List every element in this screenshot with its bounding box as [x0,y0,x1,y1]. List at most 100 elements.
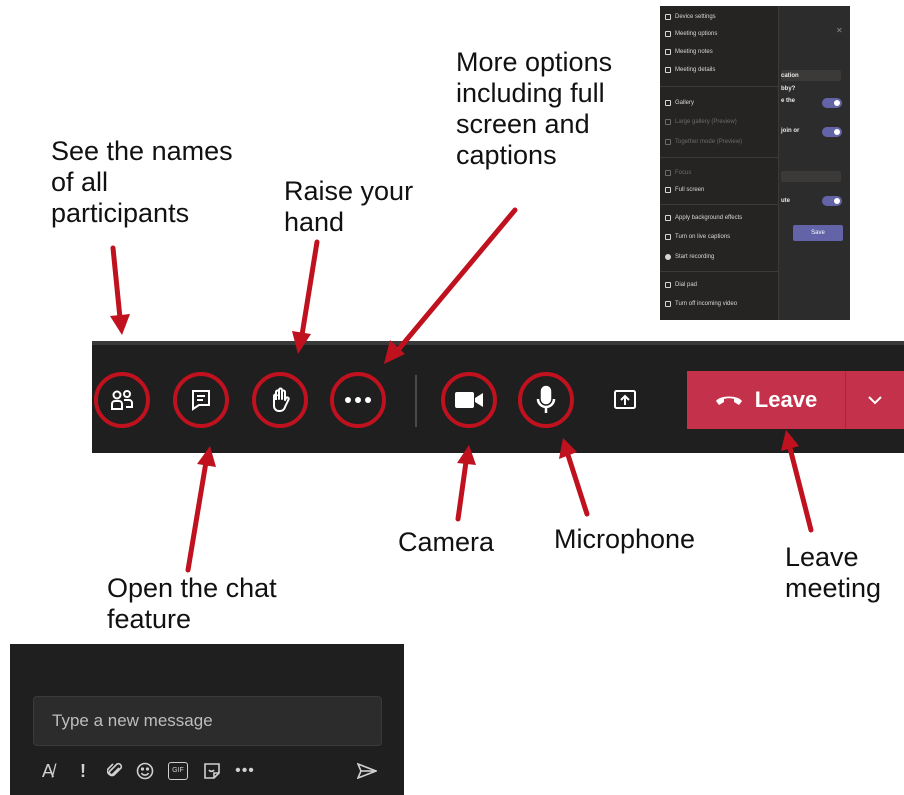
chat-button[interactable] [173,372,229,428]
menu-item-dial-pad[interactable]: Dial pad [665,279,697,291]
format-icon[interactable]: A̸ [36,756,60,786]
side-panel-text: bby? [781,86,796,92]
label-more-options: More options including full screen and c… [456,47,612,171]
more-icon[interactable]: ••• [232,756,258,786]
important-icon[interactable]: ! [76,756,90,786]
share-screen-button[interactable] [597,372,653,428]
close-icon[interactable]: ✕ [836,26,843,35]
menu-item-start-recording[interactable]: Start recording [665,251,714,263]
side-panel-toggle[interactable] [822,196,842,206]
grid-icon [665,119,671,125]
label-line: Microphone [554,524,696,554]
microphone-icon [536,385,556,413]
send-icon[interactable] [354,756,380,786]
sticker-icon[interactable] [200,756,224,786]
more-options-button[interactable] [330,372,386,428]
menu-item-large-gallery: Large gallery (Preview) [665,116,737,128]
label-line: including full [456,78,605,108]
label-line: Open the chat [107,573,277,603]
menu-item-label: Gallery [675,100,695,106]
side-panel-text: cation [781,73,799,79]
save-button[interactable]: Save [793,225,843,241]
attach-icon[interactable] [104,756,126,786]
menu-item-label: Full screen [675,187,705,193]
menu-item-gallery[interactable]: Gallery [665,97,694,109]
label-line: See the names [51,136,233,166]
microphone-button[interactable] [518,372,574,428]
menu-item-label: Device settings [675,14,716,20]
menu-item-meeting-details[interactable]: Meeting details [665,64,715,76]
menu-item-full-screen[interactable]: Full screen [665,184,704,196]
label-line: meeting [785,573,882,603]
menu-item-focus: Focus [665,167,691,179]
focus-icon [665,170,671,176]
label-line: More options [456,47,613,77]
side-panel-toggle[interactable] [822,98,842,108]
leave-options-button[interactable] [846,371,904,429]
menu-divider [660,157,778,158]
notes-icon [665,49,671,55]
menu-item-label: Together mode (Preview) [675,139,743,145]
background-icon [665,215,671,221]
label-participants: See the names of all participants [51,136,233,229]
people-icon [111,390,133,410]
arrow-more-options [395,207,518,353]
label-leave: Leave meeting [785,542,881,604]
menu-item-label: Turn on live captions [675,234,731,240]
label-raise-hand: Raise your hand [284,176,413,238]
label-microphone: Microphone [554,524,695,555]
menu-item-together-mode: Together mode (Preview) [665,136,742,148]
label-line: of all [51,167,109,197]
side-panel-toggle[interactable] [822,127,842,137]
side-panel-text: join or [781,128,800,134]
arrow-chat [185,459,209,573]
menu-item-label: Meeting options [675,31,718,37]
menu-divider [660,271,778,272]
arrow-leave [787,445,814,533]
menu-item-label: Start recording [675,254,715,260]
camera-button[interactable] [441,372,497,428]
label-line: Raise your [284,176,414,206]
menu-item-device-settings[interactable]: Device settings [665,11,716,23]
menu-item-label: Large gallery (Preview) [675,119,737,125]
menu-item-meeting-notes[interactable]: Meeting notes [665,46,713,58]
label-line: hand [284,207,345,237]
gear-icon [665,14,671,20]
menu-item-turn-off-video[interactable]: Turn off incoming video [665,298,737,310]
emoji-icon[interactable] [134,756,156,786]
label-line: feature [107,604,192,634]
hang-up-icon [715,396,742,405]
grid-icon [665,100,671,106]
meeting-toolbar: Leave [92,341,904,453]
menu-item-label: Dial pad [675,282,698,288]
toolbar-divider [415,375,417,427]
fullscreen-icon [665,187,671,193]
leave-button[interactable]: Leave [687,371,845,429]
menu-item-label: Meeting details [675,67,716,73]
menu-list: Device settings Meeting options Meeting … [660,6,779,320]
menu-item-live-captions[interactable]: Turn on live captions [665,231,730,243]
video-off-icon [665,301,671,307]
people-icon [665,139,671,145]
captions-icon [665,234,671,240]
raise-hand-button[interactable] [252,372,308,428]
side-panel-text: ute [781,198,790,204]
ellipsis-icon [345,397,371,403]
leave-button-group: Leave [687,371,904,429]
share-screen-icon [614,390,636,409]
side-panel-dropdown[interactable] [781,171,841,182]
label-line: screen and [456,109,590,139]
label-line: Camera [398,527,495,557]
label-camera: Camera [398,527,494,558]
menu-item-background-effects[interactable]: Apply background effects [665,212,742,224]
participants-button[interactable] [94,372,150,428]
label-line: participants [51,198,190,228]
info-icon [665,67,671,73]
menu-item-label: Meeting notes [675,49,713,55]
gif-icon[interactable]: GIF [166,756,190,786]
message-input[interactable]: Type a new message [33,696,382,746]
arrow-microphone [565,452,590,517]
arrowhead [110,314,130,335]
compose-toolbar: A̸ ! GIF ••• [36,756,382,786]
menu-item-meeting-options[interactable]: Meeting options [665,28,717,40]
